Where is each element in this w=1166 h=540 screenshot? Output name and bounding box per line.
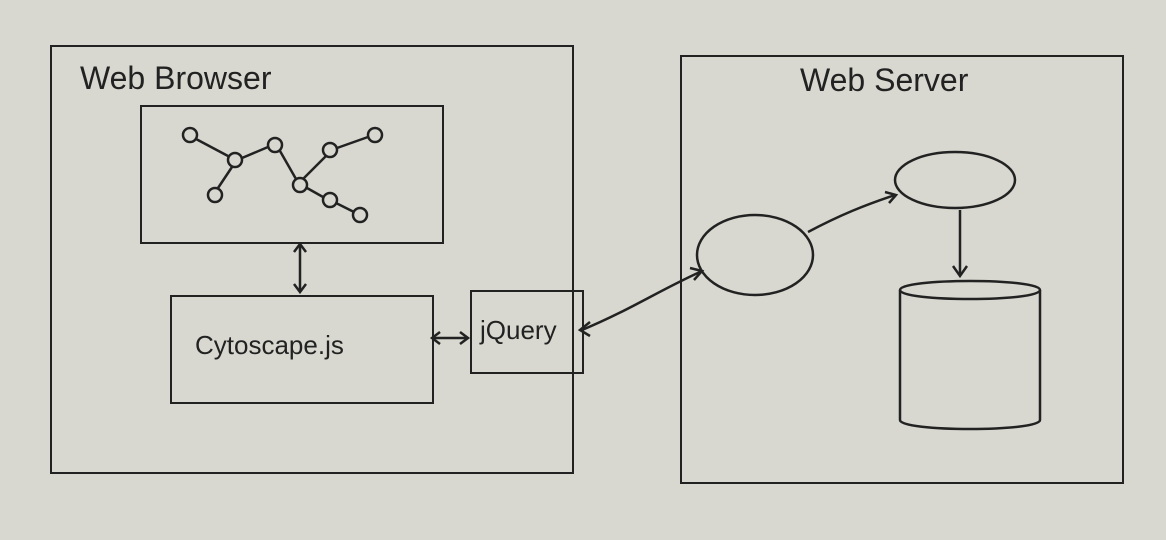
jquery-label: jQuery [480,315,557,346]
graph-visualization-box [140,105,444,244]
neo4j-label: neo4j [930,305,994,336]
web-server-title: Web Server [800,62,968,99]
py2neo-label: py2neo [910,165,995,196]
cytoscape-label: Cytoscape.js [195,330,344,361]
flask-label: Flask [718,240,790,274]
web-browser-title: Web Browser [80,60,271,97]
architecture-diagram: Web Browser Cytoscape.js jQuery Web Serv… [0,0,1166,540]
